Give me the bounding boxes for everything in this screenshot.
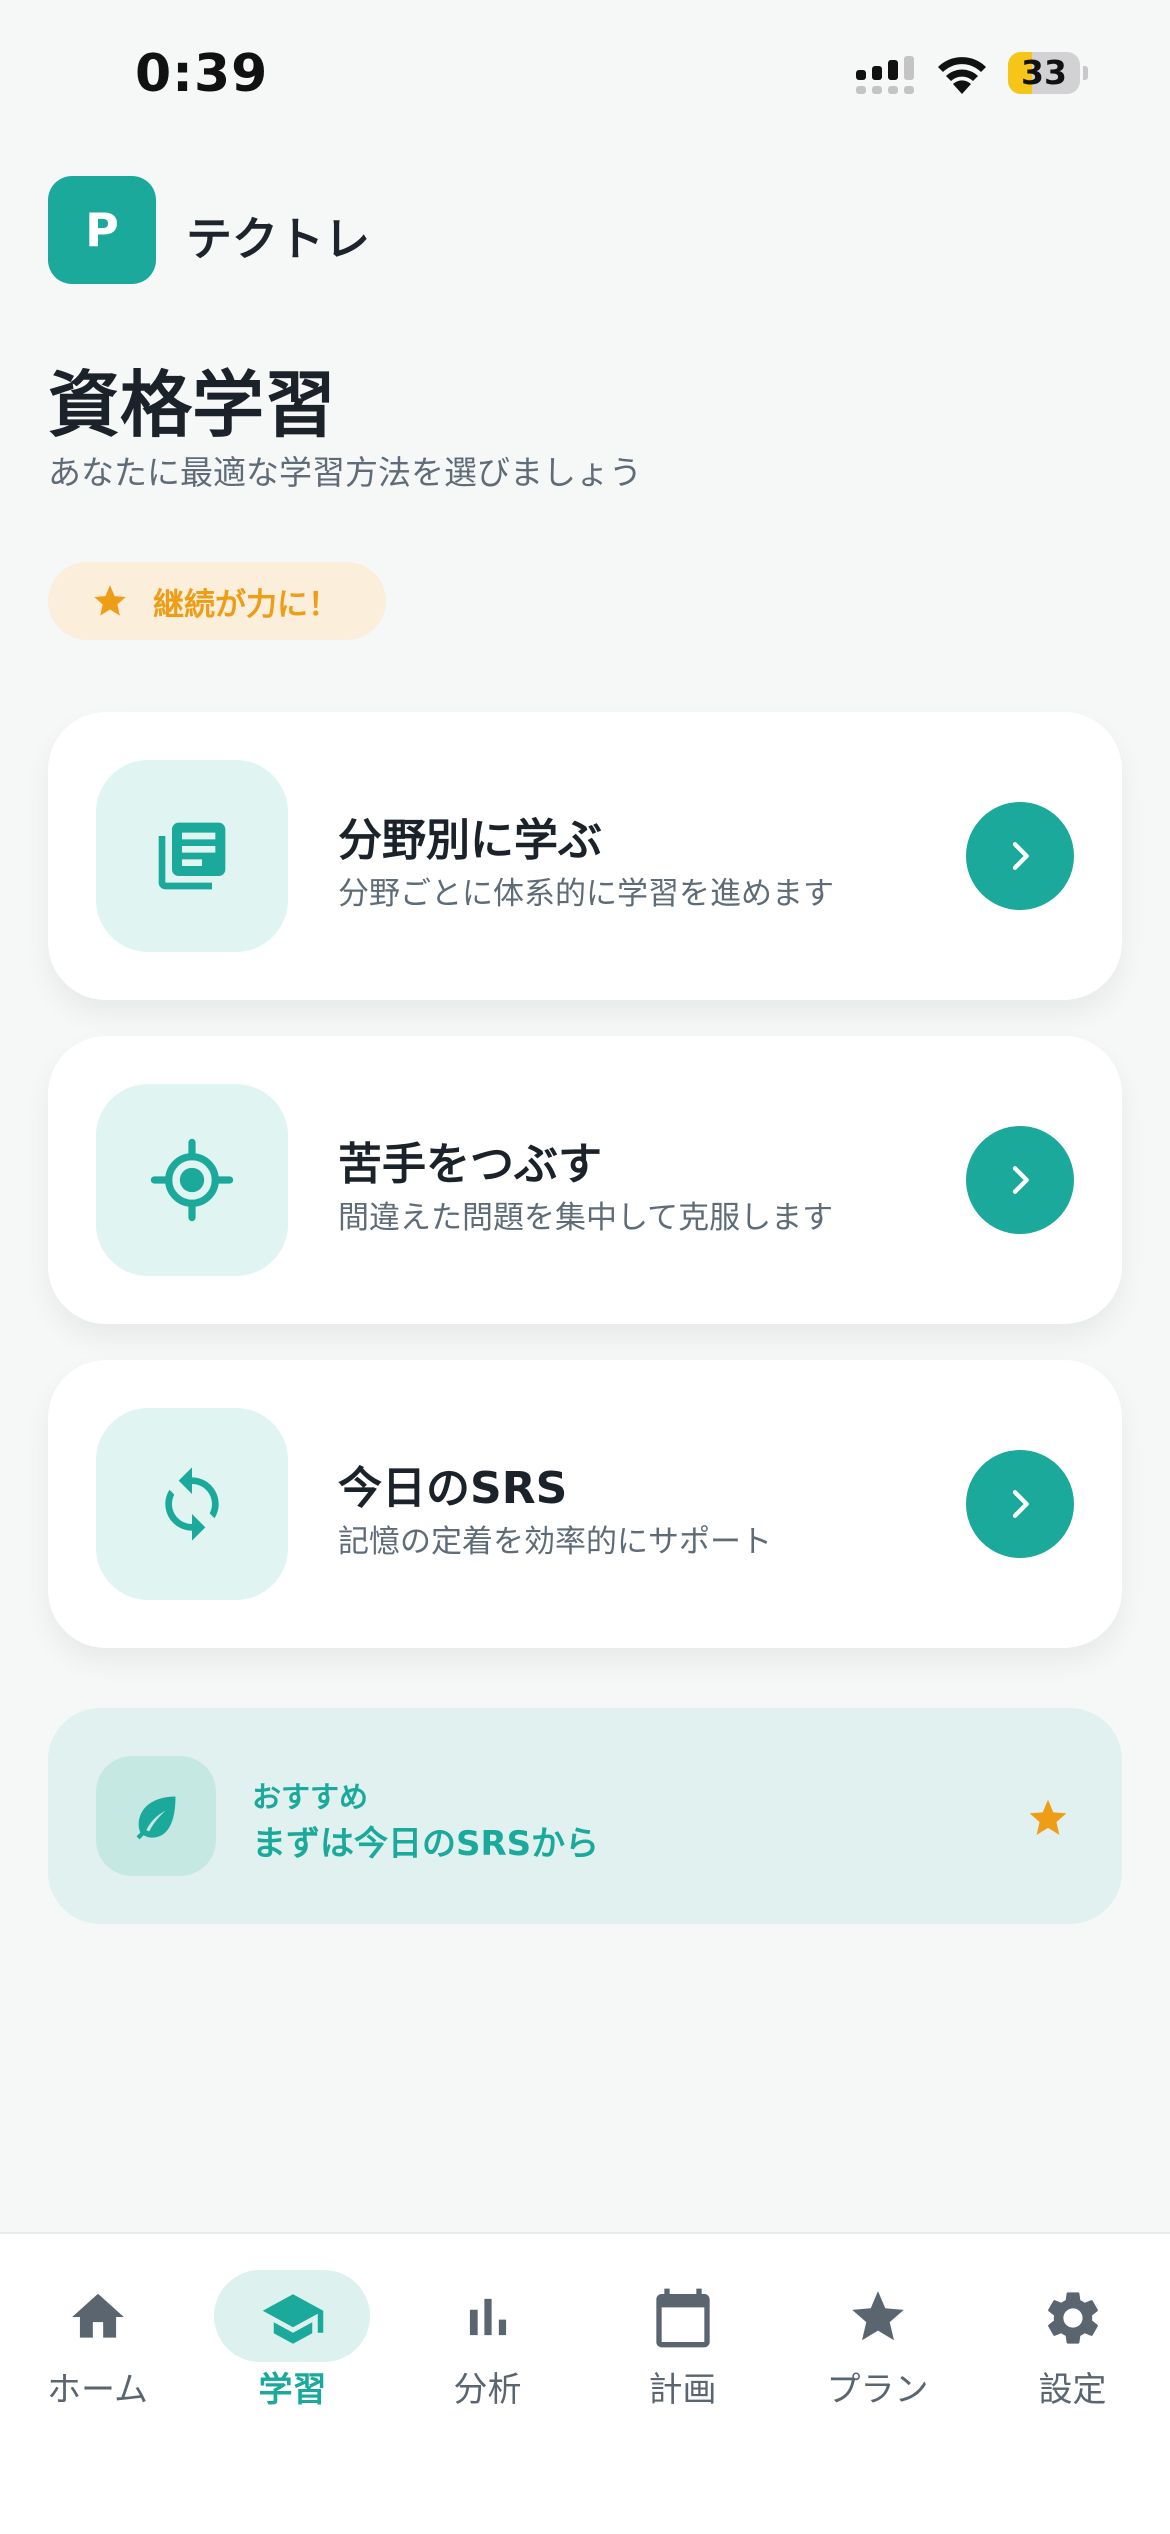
nav-item-pricing[interactable]: プラン bbox=[780, 2234, 975, 2434]
weak-points-card[interactable]: 苦手をつぶす 間違えた問題を集中して克服します bbox=[48, 1036, 1122, 1324]
leaf-icon bbox=[136, 1796, 176, 1840]
card-description: 分野ごとに体系的に学習を進めます bbox=[338, 876, 834, 912]
cellular-signal-icon bbox=[856, 56, 914, 94]
chevron-right-icon bbox=[1012, 1166, 1029, 1194]
bottom-nav: ホーム 学習 分析 計画 プラン 設定 bbox=[0, 2232, 1170, 2534]
star-icon bbox=[1029, 1799, 1067, 1835]
app-name: テクトレ bbox=[186, 212, 370, 266]
battery-indicator: 33 bbox=[1008, 52, 1088, 98]
card-icon-tile bbox=[96, 1408, 288, 1600]
card-title: 苦手をつぶす bbox=[338, 1139, 602, 1190]
nav-label: 分析 bbox=[453, 2370, 522, 2410]
recommend-label: おすすめ bbox=[252, 1780, 369, 1814]
study-by-field-card[interactable]: 分野別に学ぶ 分野ごとに体系的に学習を進めます bbox=[48, 712, 1122, 1000]
nav-item-analysis[interactable]: 分析 bbox=[390, 2234, 585, 2434]
wifi-icon bbox=[938, 57, 986, 94]
card-icon-tile bbox=[96, 1084, 288, 1276]
nav-item-study[interactable]: 学習 bbox=[195, 2234, 390, 2434]
card-arrow-button[interactable] bbox=[966, 802, 1074, 910]
card-title: 今日のSRS bbox=[338, 1463, 568, 1514]
graduation-cap-icon bbox=[262, 2294, 323, 2344]
bar-chart-icon bbox=[469, 2298, 506, 2336]
crosshair-target-icon bbox=[150, 1138, 234, 1222]
nav-label: プラン bbox=[826, 2370, 929, 2410]
card-arrow-button[interactable] bbox=[966, 1126, 1074, 1234]
battery-level: 33 bbox=[1021, 53, 1067, 92]
status-time: 0:39 bbox=[135, 44, 269, 104]
chevron-right-icon bbox=[1012, 842, 1029, 870]
todays-srs-card[interactable]: 今日のSRS 記憶の定着を効率的にサポート bbox=[48, 1360, 1122, 1648]
nav-label: ホーム bbox=[47, 2370, 148, 2410]
card-icon-tile bbox=[96, 760, 288, 952]
card-description: 記憶の定着を効率的にサポート bbox=[338, 1524, 772, 1560]
library-books-icon bbox=[158, 822, 226, 890]
page-subtitle: あなたに最適な学習方法を選びましょう bbox=[48, 453, 642, 492]
chevron-right-icon bbox=[1012, 1490, 1029, 1518]
nav-item-plan-calendar[interactable]: 計画 bbox=[585, 2234, 780, 2434]
gear-icon bbox=[1047, 2292, 1098, 2344]
card-description: 間違えた問題を集中して克服します bbox=[338, 1200, 834, 1236]
nav-label: 学習 bbox=[258, 2370, 327, 2410]
card-title: 分野別に学ぶ bbox=[338, 815, 602, 866]
sync-icon bbox=[165, 1467, 219, 1541]
star-icon bbox=[851, 2291, 904, 2341]
nav-label: 設定 bbox=[1038, 2370, 1107, 2410]
motto-badge: 継続が力に！ bbox=[48, 562, 386, 640]
calendar-icon bbox=[655, 2288, 710, 2348]
page-title: 資格学習 bbox=[48, 363, 337, 447]
recommend-text: まずは今日のSRSから bbox=[252, 1824, 600, 1864]
motto-text: 継続が力に！ bbox=[153, 586, 339, 623]
nav-label: 計画 bbox=[648, 2370, 717, 2410]
nav-item-settings[interactable]: 設定 bbox=[975, 2234, 1170, 2434]
nav-item-home[interactable]: ホーム bbox=[0, 2234, 195, 2434]
star-icon bbox=[94, 585, 126, 616]
recommendation-banner[interactable]: おすすめ まずは今日のSRSから bbox=[48, 1708, 1122, 1924]
home-icon bbox=[71, 2293, 124, 2338]
app-logo: P bbox=[48, 176, 156, 284]
card-arrow-button[interactable] bbox=[966, 1450, 1074, 1558]
leaf-icon-tile bbox=[96, 1756, 216, 1876]
